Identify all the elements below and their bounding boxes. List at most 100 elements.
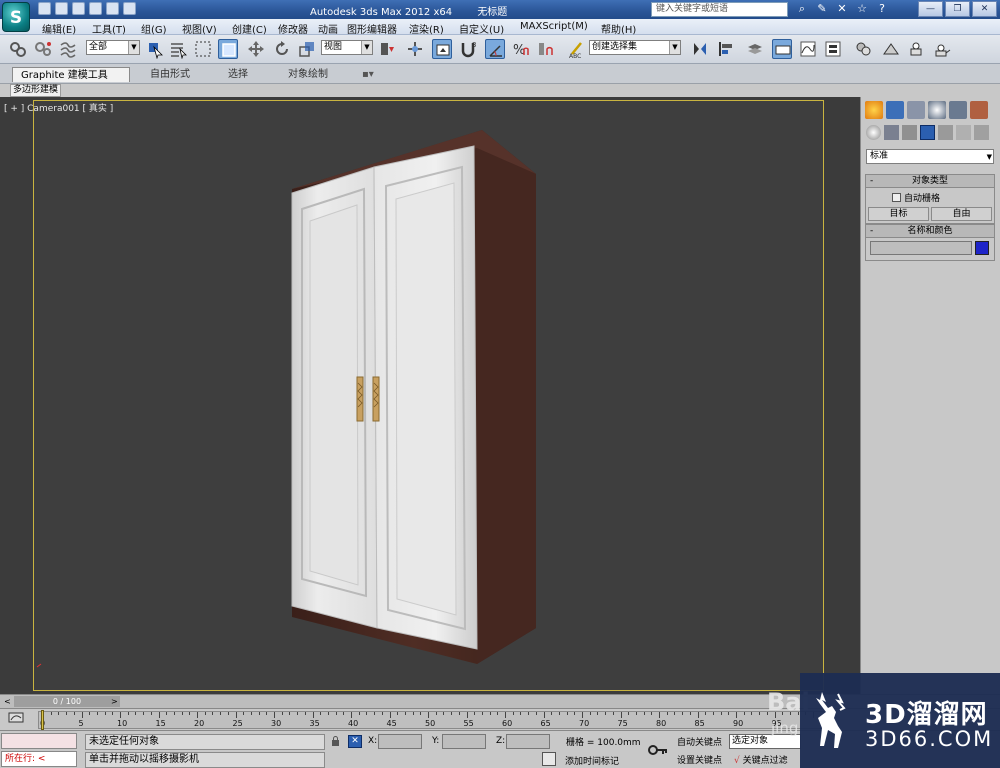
rendered-frame-icon[interactable]	[906, 39, 926, 59]
menu-tools[interactable]: 工具(T)	[92, 21, 126, 36]
tab-freeform[interactable]: 自由形式	[150, 67, 190, 82]
unlink-icon[interactable]	[33, 39, 53, 59]
set-key-button[interactable]: 设置关键点	[677, 753, 722, 766]
render-setup-icon[interactable]	[881, 39, 901, 59]
object-type-header[interactable]: - 对象类型	[866, 175, 994, 188]
window-crossing-icon[interactable]	[218, 39, 238, 59]
set-key-icon[interactable]	[647, 739, 669, 761]
key-filters-button[interactable]: √ 关键点过滤	[734, 753, 788, 766]
redo-icon[interactable]	[106, 2, 119, 15]
viewport-label[interactable]: [ + ] Camera001 [ 真实 ]	[4, 101, 113, 114]
hierarchy-tab-icon[interactable]	[907, 101, 925, 119]
shapes-icon[interactable]	[884, 125, 899, 140]
tools-icon[interactable]: ✎	[815, 2, 829, 16]
material-editor-icon[interactable]	[853, 39, 873, 59]
project-folder-icon[interactable]	[123, 2, 136, 15]
motion-tab-icon[interactable]	[928, 101, 946, 119]
layer-manager-icon[interactable]	[745, 39, 765, 59]
auto-key-button[interactable]: 自动关键点	[677, 735, 722, 748]
bind-space-warp-icon[interactable]	[58, 39, 78, 59]
search-input[interactable]: 键入关键字或短语	[651, 2, 788, 17]
help-icon[interactable]: ?	[875, 2, 889, 16]
rectangular-selection-icon[interactable]	[193, 39, 213, 59]
move-icon[interactable]	[246, 39, 266, 59]
graphite-toggle-icon[interactable]	[772, 39, 792, 59]
track-ruler[interactable]: 05101520253035404550556065707580859095	[38, 711, 828, 729]
align-icon[interactable]	[716, 39, 736, 59]
spinner-snap-icon[interactable]	[535, 39, 555, 59]
tab-object-paint[interactable]: 对象绘制	[288, 67, 328, 82]
undo-icon[interactable]	[89, 2, 102, 15]
create-tab-icon[interactable]	[865, 101, 883, 119]
communication-icon[interactable]: ✕	[835, 2, 849, 16]
keyboard-shortcut-override-icon[interactable]	[432, 39, 452, 59]
app-menu-button[interactable]: S	[2, 2, 30, 32]
tab-graphite-modeling[interactable]: Graphite 建模工具	[12, 67, 130, 82]
selection-filter-dropdown[interactable]: 全部 ▼	[86, 40, 140, 55]
menu-maxscript[interactable]: MAXScript(M)	[520, 21, 588, 32]
ribbon-options-icon[interactable]: ▪▾	[362, 67, 374, 82]
utilities-tab-icon[interactable]	[970, 101, 988, 119]
close-button[interactable]: ✕	[972, 1, 997, 17]
modify-tab-icon[interactable]	[886, 101, 904, 119]
menu-modifiers[interactable]: 修改器	[278, 21, 308, 36]
snaps-toggle-icon[interactable]: 3	[459, 39, 479, 59]
menu-help[interactable]: 帮助(H)	[601, 21, 636, 36]
menu-edit[interactable]: 编辑(E)	[42, 21, 76, 36]
display-tab-icon[interactable]	[949, 101, 967, 119]
geometry-icon[interactable]	[866, 125, 881, 140]
object-color-swatch[interactable]	[975, 241, 989, 255]
add-time-tag[interactable]: 添加时间标记	[565, 754, 619, 767]
menu-animation[interactable]: 动画	[318, 21, 338, 36]
name-color-header[interactable]: - 名称和颜色	[866, 225, 994, 238]
object-name-input[interactable]	[870, 241, 972, 255]
maxscript-input[interactable]	[1, 733, 77, 749]
x-coord-input[interactable]	[378, 734, 422, 749]
mirror-icon[interactable]	[690, 39, 710, 59]
angle-snap-icon[interactable]	[485, 39, 505, 59]
select-object-icon[interactable]	[145, 39, 165, 60]
menu-customize[interactable]: 自定义(U)	[459, 21, 504, 36]
absolute-mode-icon[interactable]: ✕	[348, 735, 362, 748]
minimize-button[interactable]: —	[918, 1, 943, 17]
menu-graph-editors[interactable]: 图形编辑器	[347, 21, 397, 36]
reference-coord-dropdown[interactable]: 视图 ▼	[321, 40, 373, 55]
helpers-icon[interactable]	[938, 125, 953, 140]
restore-button[interactable]: ❐	[945, 1, 970, 17]
tab-selection[interactable]: 选择	[228, 67, 248, 82]
free-camera-button[interactable]: 自由	[931, 207, 992, 221]
select-by-name-icon[interactable]	[168, 39, 188, 60]
open-file-icon[interactable]	[55, 2, 68, 15]
category-dropdown[interactable]: 标准 ▼	[866, 149, 994, 164]
next-frame-icon[interactable]: >	[111, 696, 121, 707]
edit-named-selection-icon[interactable]: ABC	[566, 39, 586, 60]
menu-group[interactable]: 组(G)	[141, 21, 167, 36]
lights-icon[interactable]	[902, 125, 917, 140]
curve-editor-icon[interactable]	[798, 39, 818, 59]
pivot-center-icon[interactable]	[377, 39, 397, 59]
named-selection-dropdown[interactable]: 创建选择集 ▼	[589, 40, 681, 55]
systems-icon[interactable]	[974, 125, 989, 140]
target-camera-button[interactable]: 目标	[868, 207, 929, 221]
space-warps-icon[interactable]	[956, 125, 971, 140]
lock-icon[interactable]	[331, 736, 340, 746]
polygon-modeling-panel[interactable]: 多边形建模	[10, 84, 62, 97]
cameras-icon[interactable]	[920, 125, 935, 140]
scale-icon[interactable]	[297, 39, 317, 59]
save-file-icon[interactable]	[72, 2, 85, 15]
percent-snap-icon[interactable]: %	[510, 39, 530, 59]
y-coord-input[interactable]	[442, 734, 486, 749]
mini-curve-editor-icon[interactable]	[8, 711, 24, 725]
autogrid-checkbox[interactable]: 自动栅格	[892, 191, 994, 204]
select-manipulate-icon[interactable]	[405, 39, 425, 59]
camera-viewport[interactable]	[33, 100, 824, 691]
add-time-tag-icon[interactable]	[542, 752, 556, 766]
menu-create[interactable]: 创建(C)	[232, 21, 267, 36]
render-production-icon[interactable]	[932, 39, 952, 59]
menu-rendering[interactable]: 渲染(R)	[409, 21, 444, 36]
time-marker[interactable]	[41, 710, 44, 730]
menu-views[interactable]: 视图(V)	[182, 21, 217, 36]
schematic-view-icon[interactable]	[823, 39, 843, 59]
rotate-icon[interactable]	[272, 39, 292, 59]
time-slider-label[interactable]: 0 / 100	[14, 696, 120, 707]
